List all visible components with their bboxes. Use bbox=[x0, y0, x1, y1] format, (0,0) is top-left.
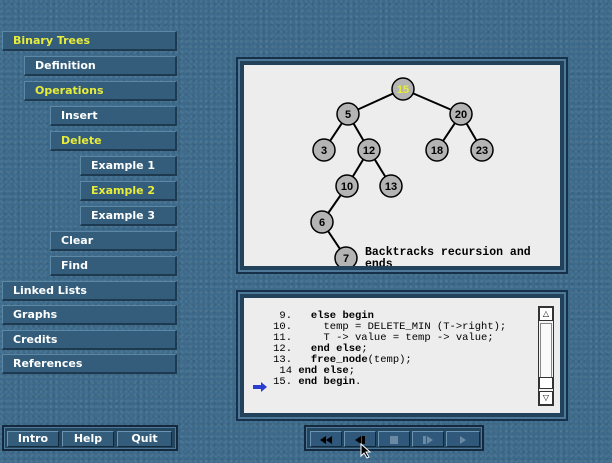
tree-node-label: 18 bbox=[431, 145, 443, 157]
tree-node-18: 18 bbox=[425, 138, 449, 162]
scroll-thumb[interactable] bbox=[539, 377, 553, 389]
code-view: 9. else begin 10. temp = DELETE_MIN (T->r… bbox=[244, 298, 560, 413]
tree-node-label: 12 bbox=[363, 145, 375, 157]
tree-node-20: 20 bbox=[449, 102, 473, 126]
tree-diagram: 155 203 12 18 2310 1367 Backtracks recursion … bbox=[310, 77, 531, 271]
stop-button[interactable] bbox=[378, 431, 410, 447]
tree-node-label: 5 bbox=[345, 109, 351, 121]
tree-node-3: 3 bbox=[312, 138, 336, 162]
code-panel: 9. else begin 10. temp = DELETE_MIN (T->r… bbox=[236, 290, 568, 421]
code-line-number: 15. bbox=[273, 376, 292, 388]
nav-credits[interactable]: Credits bbox=[2, 330, 177, 350]
tree-node-23: 23 bbox=[470, 138, 494, 162]
code-line-text: end begin. bbox=[298, 376, 362, 388]
step-forward-icon bbox=[423, 436, 433, 444]
play-button[interactable] bbox=[446, 431, 480, 447]
tree-node-6: 6 bbox=[310, 210, 334, 234]
nav-insert[interactable]: Insert bbox=[50, 106, 177, 126]
tree-node-label: 6 bbox=[319, 217, 325, 229]
tree-node-label: 20 bbox=[455, 109, 467, 121]
nav-example-3[interactable]: Example 3 bbox=[80, 206, 177, 226]
player-controls bbox=[304, 425, 484, 451]
scroll-down-icon[interactable]: ▽ bbox=[539, 391, 553, 405]
tree-node-10: 10 bbox=[335, 174, 359, 198]
tree-node-label: 7 bbox=[343, 253, 349, 265]
mouse-pointer-icon bbox=[360, 442, 372, 463]
rewind-button[interactable] bbox=[310, 431, 342, 447]
nav-delete[interactable]: Delete bbox=[50, 131, 177, 151]
tree-panel: 15 5 20 3 12 18 23 10 13 6 7 Backtracks recursion … bbox=[236, 57, 568, 274]
tree-node-label: 10 bbox=[341, 181, 353, 193]
tree-node-15: 15 bbox=[391, 77, 415, 101]
play-icon bbox=[460, 436, 466, 444]
tree-canvas: 15 5 20 3 12 18 23 10 13 6 7 Backtracks recursion … bbox=[244, 65, 560, 271]
tree-node-label: 23 bbox=[476, 145, 488, 157]
nav-linked-lists[interactable]: Linked Lists bbox=[2, 281, 177, 301]
help-button[interactable]: Help bbox=[62, 431, 114, 447]
rewind-icon bbox=[320, 436, 332, 444]
tree-node-label: 15 bbox=[397, 84, 409, 96]
tree-node-7: 7 bbox=[334, 246, 358, 270]
nav-references[interactable]: References bbox=[2, 354, 177, 374]
nav-example-2[interactable]: Example 2 bbox=[80, 181, 177, 201]
scroll-track[interactable] bbox=[540, 323, 552, 385]
nav-definition[interactable]: Definition bbox=[24, 56, 177, 76]
intro-button[interactable]: Intro bbox=[7, 431, 59, 447]
current-line-arrow-icon bbox=[253, 377, 267, 392]
step-forward-button[interactable] bbox=[412, 431, 444, 447]
code-scrollbar[interactable]: △ ▽ bbox=[538, 306, 554, 406]
nav-clear[interactable]: Clear bbox=[50, 231, 177, 251]
tree-node-label: 13 bbox=[385, 181, 397, 193]
nav-operations[interactable]: Operations bbox=[24, 81, 177, 101]
quit-button[interactable]: Quit bbox=[117, 431, 172, 447]
main-button-bar: Intro Help Quit bbox=[2, 425, 178, 451]
tree-caption-line2: ends bbox=[365, 258, 393, 266]
tree-node-12: 12 bbox=[357, 138, 381, 162]
nav-find[interactable]: Find bbox=[50, 256, 177, 276]
tree-node-13: 13 bbox=[379, 174, 403, 198]
nav-graphs[interactable]: Graphs bbox=[2, 305, 177, 325]
tree-node-label: 3 bbox=[321, 145, 327, 157]
tree-node-5: 5 bbox=[336, 102, 360, 126]
scroll-up-icon[interactable]: △ bbox=[539, 307, 553, 321]
stop-icon bbox=[390, 436, 398, 444]
nav-example-1[interactable]: Example 1 bbox=[80, 156, 177, 176]
nav-binary-trees[interactable]: Binary Trees bbox=[2, 31, 177, 51]
